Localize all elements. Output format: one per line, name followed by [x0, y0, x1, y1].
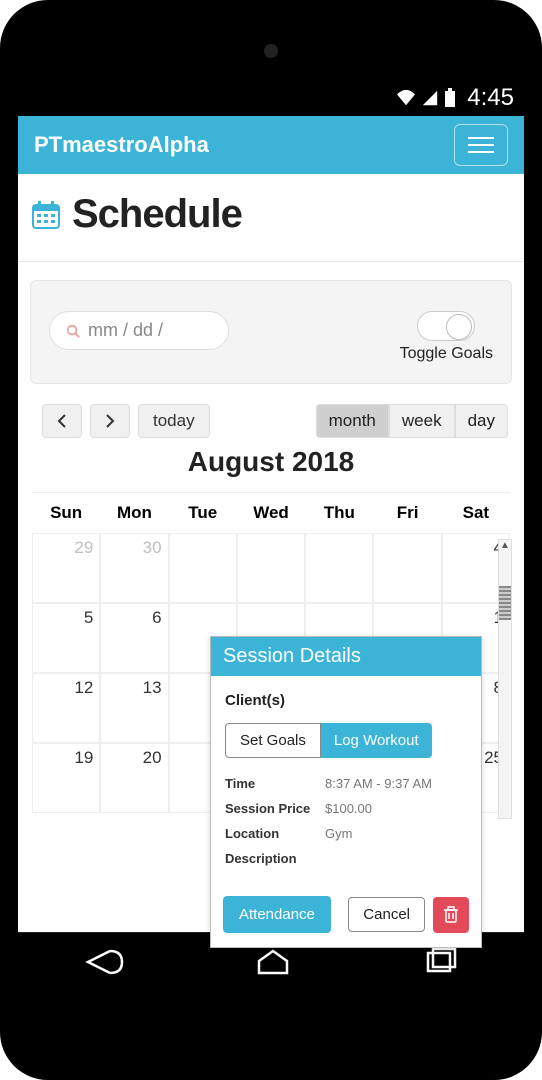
view-month-button[interactable]: month [316, 404, 389, 438]
delete-button[interactable] [433, 897, 469, 933]
chevron-right-icon [104, 414, 116, 428]
calendar-cell[interactable]: 30 [100, 533, 168, 603]
day-header: Sat [442, 493, 510, 533]
view-week-button[interactable]: week [389, 404, 455, 438]
attendance-button[interactable]: Attendance [223, 896, 331, 933]
calendar-cell[interactable] [169, 533, 237, 603]
day-header: Thu [305, 493, 373, 533]
day-header: Tue [169, 493, 237, 533]
set-goals-button[interactable]: Set Goals [225, 723, 321, 758]
wifi-icon [395, 89, 417, 107]
time-label: Time [225, 776, 325, 791]
calendar-cell[interactable]: 5 [32, 603, 100, 673]
calendar-cell[interactable] [373, 533, 441, 603]
today-button[interactable]: today [138, 404, 210, 438]
android-recent-icon[interactable] [420, 947, 460, 977]
page-title: Schedule [72, 192, 242, 237]
calendar-cell[interactable]: 19 [32, 743, 100, 813]
clients-label: Client(s) [225, 692, 467, 709]
view-day-button[interactable]: day [455, 404, 508, 438]
calendar-cell[interactable] [237, 533, 305, 603]
controls-card: mm / dd / Toggle Goals [30, 280, 512, 384]
popup-title: Session Details [211, 637, 481, 676]
day-header: Fri [373, 493, 441, 533]
day-header: Mon [100, 493, 168, 533]
description-label: Description [225, 851, 325, 866]
calendar-cell[interactable]: 29 [32, 533, 100, 603]
price-value: $100.00 [325, 801, 372, 816]
next-button[interactable] [90, 404, 130, 438]
date-placeholder: mm / dd / [88, 320, 163, 341]
log-workout-button[interactable]: Log Workout [321, 723, 432, 758]
view-toggle: month week day [316, 404, 508, 438]
chevron-left-icon [56, 414, 68, 428]
calendar-cell[interactable]: 6 [100, 603, 168, 673]
signal-icon [421, 89, 439, 107]
goals-toggle[interactable] [417, 311, 475, 341]
calendar-cell[interactable]: 20 [100, 743, 168, 813]
day-header: Wed [237, 493, 305, 533]
app-header: PTmaestroAlpha [18, 116, 524, 174]
price-label: Session Price [225, 801, 325, 816]
android-home-icon[interactable] [253, 947, 293, 977]
hamburger-menu-button[interactable] [454, 124, 508, 166]
calendar-cell[interactable] [305, 533, 373, 603]
cancel-button[interactable]: Cancel [348, 897, 425, 932]
goals-toggle-label: Toggle Goals [400, 345, 493, 363]
date-input[interactable]: mm / dd / [49, 311, 229, 350]
calendar-scrollbar[interactable]: ▲ [498, 539, 512, 819]
calendar-cell[interactable]: 13 [100, 673, 168, 743]
day-header: Sun [32, 493, 100, 533]
calendar-icon [30, 199, 62, 231]
search-icon [66, 324, 80, 338]
month-label: August 2018 [18, 446, 524, 478]
status-time: 4:45 [467, 84, 514, 112]
app-title: PTmaestroAlpha [34, 132, 209, 158]
battery-icon [443, 88, 457, 108]
android-status-bar: 4:45 [18, 80, 524, 116]
time-value: 8:37 AM - 9:37 AM [325, 776, 432, 791]
prev-button[interactable] [42, 404, 82, 438]
location-label: Location [225, 826, 325, 841]
android-back-icon[interactable] [82, 947, 126, 977]
location-value: Gym [325, 826, 352, 841]
trash-icon [443, 906, 459, 924]
phone-speaker-dot [264, 44, 278, 58]
session-details-popup: Session Details Client(s) Set Goals Log … [210, 636, 482, 948]
calendar-cell[interactable]: 12 [32, 673, 100, 743]
